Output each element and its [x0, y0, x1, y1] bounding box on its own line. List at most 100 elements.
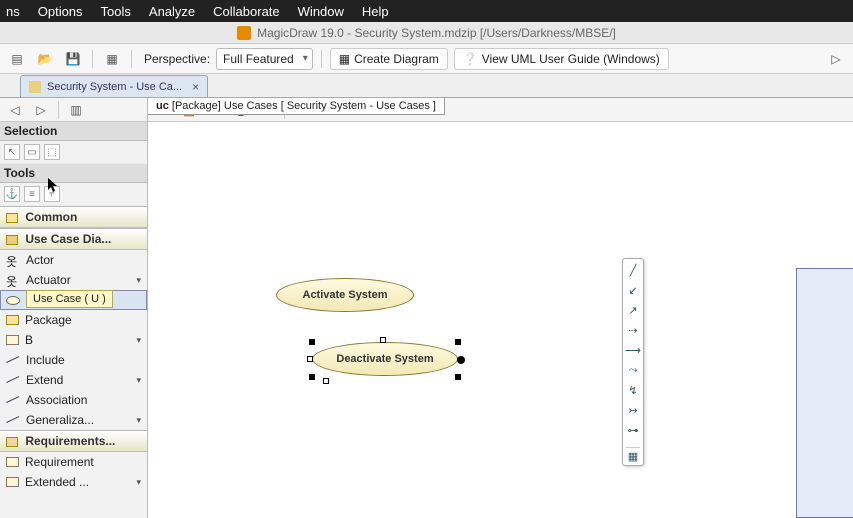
history-toolbar: ◁ ▷ ▥ [0, 98, 147, 122]
menubar[interactable]: ns Options Tools Analyze Collaborate Win… [0, 0, 853, 22]
diagram-icon: ▦ [339, 52, 350, 66]
usecase-activate-system[interactable]: Activate System [276, 278, 414, 312]
nav-right-button[interactable]: ▷ [825, 48, 847, 70]
selection-handle[interactable] [380, 337, 386, 343]
link-depend-icon[interactable]: ⤳ [626, 363, 640, 377]
palette-item-label: Actuator [26, 273, 71, 287]
back-button[interactable]: ◁ [4, 99, 26, 121]
palette-actor[interactable]: 옷 Actor [0, 250, 147, 270]
line-icon [6, 356, 20, 364]
quick-link-palette[interactable]: ╱ ↙ ↗ ⇢ ⟶ ⤳ ↯ ↣ ⊶ ▦ [622, 258, 644, 466]
palette-requirement[interactable]: Requirement [0, 452, 147, 472]
menu-item-help[interactable]: Help [362, 4, 389, 19]
menu-item-tools[interactable]: Tools [101, 4, 131, 19]
link-anchor-icon[interactable]: ⊶ [626, 423, 640, 437]
selection-handle[interactable] [455, 339, 461, 345]
palette-package[interactable]: Package [0, 310, 147, 330]
palette-item-label: Requirement [25, 455, 94, 469]
marquee-tool[interactable]: ▭ [24, 144, 40, 160]
tab-close-button[interactable]: × [192, 80, 199, 94]
selection-handle[interactable] [307, 356, 313, 362]
link-general-icon[interactable]: ⟶ [626, 343, 640, 357]
rect-icon [6, 457, 19, 467]
create-diagram-button[interactable]: ▦ Create Diagram [330, 48, 448, 70]
palette-extended-req[interactable]: Extended ... ▾ [0, 472, 147, 492]
selection-handle[interactable] [323, 378, 329, 384]
selection-tools: ↖ ▭ ⬚ [0, 141, 147, 164]
palette-extend[interactable]: Extend ▾ [0, 370, 147, 390]
palette-item-label: B [25, 333, 33, 347]
tooltip-use-case: Use Case ( U ) [26, 290, 113, 308]
link-extend-icon[interactable]: ↯ [626, 383, 640, 397]
palette-include[interactable]: Include [0, 350, 147, 370]
common-label: Common [25, 210, 77, 224]
palette-block[interactable]: B ▾ [0, 330, 147, 350]
menu-item-collaborate[interactable]: Collaborate [213, 4, 280, 19]
chevron-down-icon: ▾ [136, 275, 141, 286]
selection-handle[interactable] [455, 374, 461, 380]
usecase-label: Activate System [303, 289, 388, 301]
palette-item-label: Actor [26, 253, 54, 267]
view-guide-label: View UML User Guide (Windows) [482, 52, 660, 66]
file-icon: ▤ [11, 52, 22, 66]
perspective-combo[interactable]: Full Featured [216, 48, 313, 70]
chevron-down-icon: ▾ [136, 415, 141, 426]
new-button[interactable]: ▤ [6, 48, 28, 70]
usecase-diag-section[interactable]: Use Case Dia... [0, 228, 147, 250]
save-button[interactable]: 💾 [62, 48, 84, 70]
mouse-cursor-icon [48, 178, 60, 194]
open-button[interactable]: 📂 [34, 48, 56, 70]
anchor-tool[interactable]: ⚓ [4, 186, 20, 202]
rect-icon [6, 335, 19, 345]
link-assoc-icon[interactable]: ↙ [626, 283, 640, 297]
actor-icon: 옷 [6, 273, 20, 287]
selection-handle[interactable] [309, 339, 315, 345]
diagram-canvas[interactable]: ⧉ 📋 ✄ 🗑 ↶ ⫟ ↘ / ↝ uc [Package] Use Cases… [148, 98, 853, 518]
menu-item-ns[interactable]: ns [6, 4, 20, 19]
separator [92, 50, 93, 68]
titlebar: MagicDraw 19.0 - Security System.mdzip [… [0, 22, 853, 44]
selection-handle[interactable] [457, 356, 465, 364]
common-section[interactable]: Common [0, 206, 147, 228]
diagram-breadcrumb: uc [Package] Use Cases [ Security System… [148, 98, 445, 115]
app-icon [237, 26, 251, 40]
library-button[interactable]: ▦ [101, 48, 123, 70]
link-realize-icon[interactable]: ⇢ [626, 323, 640, 337]
chevron-down-icon: ▾ [136, 477, 141, 488]
system-boundary[interactable]: Security System [796, 268, 853, 518]
link-include-icon[interactable]: ↣ [626, 403, 640, 417]
menu-item-options[interactable]: Options [38, 4, 83, 19]
rect-icon [6, 477, 19, 487]
req-icon [6, 437, 18, 447]
palette-actuator[interactable]: 옷 Actuator ▾ [0, 270, 147, 290]
palette-item-label: Generaliza... [26, 413, 94, 427]
selection-handle[interactable] [309, 374, 315, 380]
link-directed-icon[interactable]: ↗ [626, 303, 640, 317]
line-icon [6, 376, 20, 384]
perspective-value: Full Featured [223, 52, 294, 66]
save-icon: 💾 [66, 52, 81, 66]
usecase-deactivate-system[interactable]: Deactivate System [312, 342, 458, 376]
view-guide-button[interactable]: ❔ View UML User Guide (Windows) [454, 48, 669, 70]
window-title: MagicDraw 19.0 - Security System.mdzip [… [257, 26, 616, 40]
group-tool[interactable]: ⬚ [44, 144, 60, 160]
tab-security-system-usecases[interactable]: Security System - Use Ca... × [20, 75, 208, 97]
align-tool[interactable]: ≡ [24, 186, 40, 202]
usecase-diag-label: Use Case Dia... [25, 232, 111, 246]
module-button[interactable]: ▥ [65, 99, 87, 121]
menu-item-window[interactable]: Window [298, 4, 344, 19]
requirements-section[interactable]: Requirements... [0, 430, 147, 452]
menu-item-analyze[interactable]: Analyze [149, 4, 195, 19]
forward-button[interactable]: ▷ [30, 99, 52, 121]
link-line-icon[interactable]: ╱ [626, 263, 640, 277]
main-toolbar: ▤ 📂 💾 ▦ Perspective: Full Featured ▦ Cre… [0, 44, 853, 74]
palette-generalization[interactable]: Generaliza... ▾ [0, 410, 147, 430]
pointer-tool[interactable]: ↖ [4, 144, 20, 160]
palette-item-label: Extend [26, 373, 63, 387]
palette-association[interactable]: Association [0, 390, 147, 410]
help-icon: ❔ [463, 52, 478, 66]
link-more-icon[interactable]: ▦ [626, 447, 640, 461]
selection-header: Selection [0, 122, 147, 141]
system-title: Security System [797, 269, 853, 291]
line-icon [6, 416, 20, 424]
